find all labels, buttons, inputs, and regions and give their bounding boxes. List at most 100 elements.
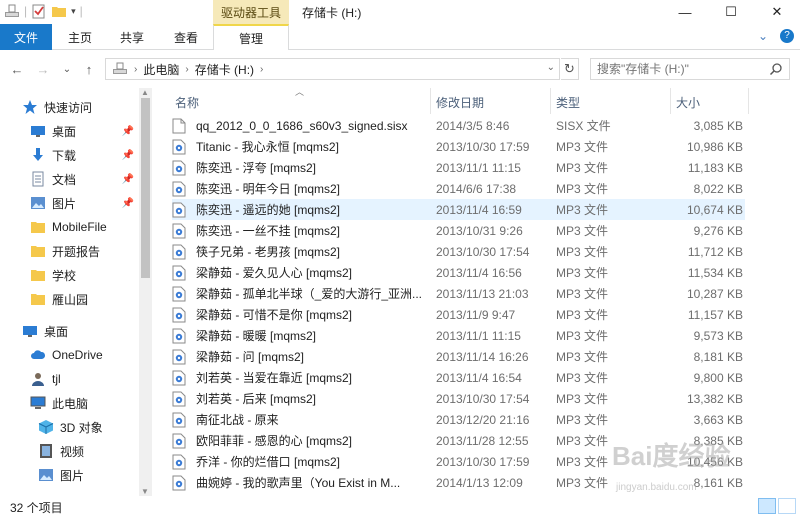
sidebar-item-user[interactable]: tjl: [30, 368, 138, 390]
table-row[interactable]: 陈奕迅 - 明年今日 [mqms2] 2014/6/6 17:38 MP3 文件 8,…: [172, 178, 745, 199]
audio-file-icon: [172, 139, 186, 154]
breadcrumb-storage-card[interactable]: 存储卡 (H:): [195, 61, 254, 78]
column-header-name[interactable]: 名称: [175, 94, 199, 111]
file-type: SISX 文件: [556, 119, 611, 133]
sidebar-item-3d-objects[interactable]: 3D 对象: [38, 416, 138, 438]
search-icon[interactable]: [769, 62, 783, 76]
column-header-size[interactable]: 大小: [676, 94, 700, 111]
watermark-logo: Bai度经验: [612, 441, 731, 471]
back-button[interactable]: ←: [8, 60, 26, 78]
file-date: 2014/3/5 8:46: [436, 118, 510, 133]
table-row[interactable]: 刘若英 - 当爱在靠近 [mqms2] 2013/11/4 16:54 MP3 文件…: [172, 367, 745, 388]
column-divider[interactable]: [430, 88, 431, 114]
sidebar-item-downloads[interactable]: 下载 📌: [30, 144, 138, 166]
table-row[interactable]: 南征北战 - 原来 2013/12/20 21:16 MP3 文件 3,663 KB: [172, 409, 745, 430]
scroll-up-icon[interactable]: ▲: [141, 88, 149, 97]
customize-qat-icon[interactable]: ▾: [71, 6, 76, 17]
minimize-button[interactable]: —: [662, 0, 708, 24]
pin-icon[interactable]: 📌: [122, 198, 134, 209]
file-name: 曲婉婷 - 我的歌声里（You Exist in M...: [196, 476, 401, 490]
address-dropdown-icon[interactable]: ⌄: [547, 62, 555, 73]
column-divider[interactable]: [670, 88, 671, 114]
collapse-ribbon-icon[interactable]: ⌄: [758, 29, 768, 43]
properties-icon[interactable]: [31, 3, 47, 19]
sidebar-item-quick-access[interactable]: 快速访问: [22, 96, 152, 118]
address-bar[interactable]: › 此电脑 › 存储卡 (H:) › ⌄: [105, 58, 560, 80]
table-row[interactable]: qq_2012_0_0_1686_s60v3_signed.sisx 2014/3…: [172, 115, 745, 136]
tab-home[interactable]: 主页: [56, 24, 104, 50]
sidebar-item-desktop-root[interactable]: 桌面: [22, 320, 152, 342]
sidebar-item-label: 桌面: [52, 124, 77, 139]
breadcrumb-separator[interactable]: ›: [134, 64, 137, 75]
breadcrumb-separator[interactable]: ›: [260, 64, 263, 75]
column-header-type[interactable]: 类型: [556, 94, 580, 111]
tab-view[interactable]: 查看: [160, 24, 212, 50]
table-row[interactable]: 梁静茹 - 孤单北半球（_爱的大游行_亚洲... 2013/11/13 21:03…: [172, 283, 745, 304]
sidebar-item-pictures[interactable]: 图片 📌: [30, 192, 138, 214]
file-size: 10,674 KB: [686, 202, 743, 217]
table-row[interactable]: 刘若英 - 后来 [mqms2] 2013/10/30 17:54 MP3 文件 13…: [172, 388, 745, 409]
sidebar-item-label: 开题报告: [52, 244, 101, 259]
help-icon[interactable]: ?: [780, 29, 794, 43]
scroll-down-icon[interactable]: ▼: [141, 487, 149, 496]
new-folder-icon[interactable]: [51, 3, 67, 19]
sidebar-item-onedrive[interactable]: OneDrive: [30, 344, 138, 366]
sidebar-item-desktop[interactable]: 桌面 📌: [30, 120, 138, 142]
file-date: 2013/11/9 9:47: [436, 307, 516, 322]
recent-locations-button[interactable]: ⌄: [58, 60, 76, 78]
pin-icon[interactable]: 📌: [122, 126, 134, 137]
pin-icon[interactable]: 📌: [122, 150, 134, 161]
sidebar-item-label: 学校: [52, 268, 77, 283]
up-button[interactable]: ↑: [80, 60, 98, 78]
maximize-button[interactable]: ☐: [708, 0, 754, 24]
sidebar-scrollbar[interactable]: ▲ ▼: [139, 88, 152, 496]
breadcrumb-separator[interactable]: ›: [185, 64, 188, 75]
breadcrumb-this-pc[interactable]: 此电脑: [143, 61, 179, 78]
search-box[interactable]: [590, 58, 790, 80]
tab-share[interactable]: 共享: [108, 24, 156, 50]
file-date: 2013/11/4 16:56: [436, 265, 522, 280]
table-row[interactable]: 陈奕迅 - 一丝不挂 [mqms2] 2013/10/31 9:26 MP3 文件 9…: [172, 220, 745, 241]
table-row[interactable]: Titanic - 我心永恒 [mqms2] 2013/10/30 17:59 MP…: [172, 136, 745, 157]
sidebar-item-label: tjl: [52, 372, 61, 386]
table-row[interactable]: 梁静茹 - 问 [mqms2] 2013/11/14 16:26 MP3 文件 8,1…: [172, 346, 745, 367]
table-row[interactable]: 梁静茹 - 爱久见人心 [mqms2] 2013/11/4 16:56 MP3 文件…: [172, 262, 745, 283]
drive-icon[interactable]: [4, 3, 20, 19]
audio-file-icon: [172, 349, 186, 364]
column-divider[interactable]: [550, 88, 551, 114]
table-row[interactable]: 陈奕迅 - 浮夸 [mqms2] 2013/11/1 11:15 MP3 文件 11,…: [172, 157, 745, 178]
tab-file[interactable]: 文件: [0, 24, 52, 50]
search-input[interactable]: [597, 62, 762, 76]
file-size: 3,663 KB: [693, 412, 743, 427]
cloud-icon: [31, 350, 46, 359]
refresh-button[interactable]: ↻: [561, 58, 579, 80]
large-icons-view-button[interactable]: [778, 498, 796, 514]
sidebar-item-videos[interactable]: 视频: [38, 440, 138, 462]
column-divider[interactable]: [748, 88, 749, 114]
sidebar-item-yanshanyuan[interactable]: 雁山园: [30, 288, 138, 310]
sidebar-item-pictures-pc[interactable]: 图片: [38, 464, 138, 486]
table-row[interactable]: 筷子兄弟 - 老男孩 [mqms2] 2013/10/30 17:54 MP3 文件…: [172, 241, 745, 262]
details-view-button[interactable]: [758, 498, 776, 514]
table-row[interactable]: 陈奕迅 - 遥远的她 [mqms2] 2013/11/4 16:59 MP3 文件 1…: [172, 199, 745, 220]
tab-manage[interactable]: 管理: [213, 24, 289, 50]
column-header-date[interactable]: 修改日期: [436, 94, 484, 111]
sidebar-item-mobilefile[interactable]: MobileFile: [30, 216, 138, 238]
navigation-bar: ← → ⌄ ↑ › 此电脑 › 存储卡 (H:) › ⌄ ↻: [0, 50, 800, 88]
file-type: MP3 文件: [556, 182, 609, 196]
sidebar-item-school[interactable]: 学校: [30, 264, 138, 286]
desktop-icon: [31, 126, 45, 137]
sidebar-item-this-pc[interactable]: 此电脑: [30, 392, 138, 414]
file-name: 梁静茹 - 可惜不是你 [mqms2]: [196, 308, 353, 322]
table-row[interactable]: 梁静茹 - 暖暖 [mqms2] 2013/11/1 11:15 MP3 文件 9,5…: [172, 325, 745, 346]
file-date: 2013/11/14 16:26: [436, 349, 529, 364]
forward-button[interactable]: →: [34, 60, 52, 78]
sidebar-item-documents[interactable]: 文档 📌: [30, 168, 138, 190]
file-type: MP3 文件: [556, 287, 609, 301]
pin-icon[interactable]: 📌: [122, 174, 134, 185]
sidebar-item-proposal[interactable]: 开题报告: [30, 240, 138, 262]
table-row[interactable]: 梁静茹 - 可惜不是你 [mqms2] 2013/11/9 9:47 MP3 文件 1…: [172, 304, 745, 325]
folder-icon: [31, 270, 45, 281]
scrollbar-thumb[interactable]: [141, 98, 150, 278]
close-button[interactable]: ✕: [754, 0, 800, 24]
